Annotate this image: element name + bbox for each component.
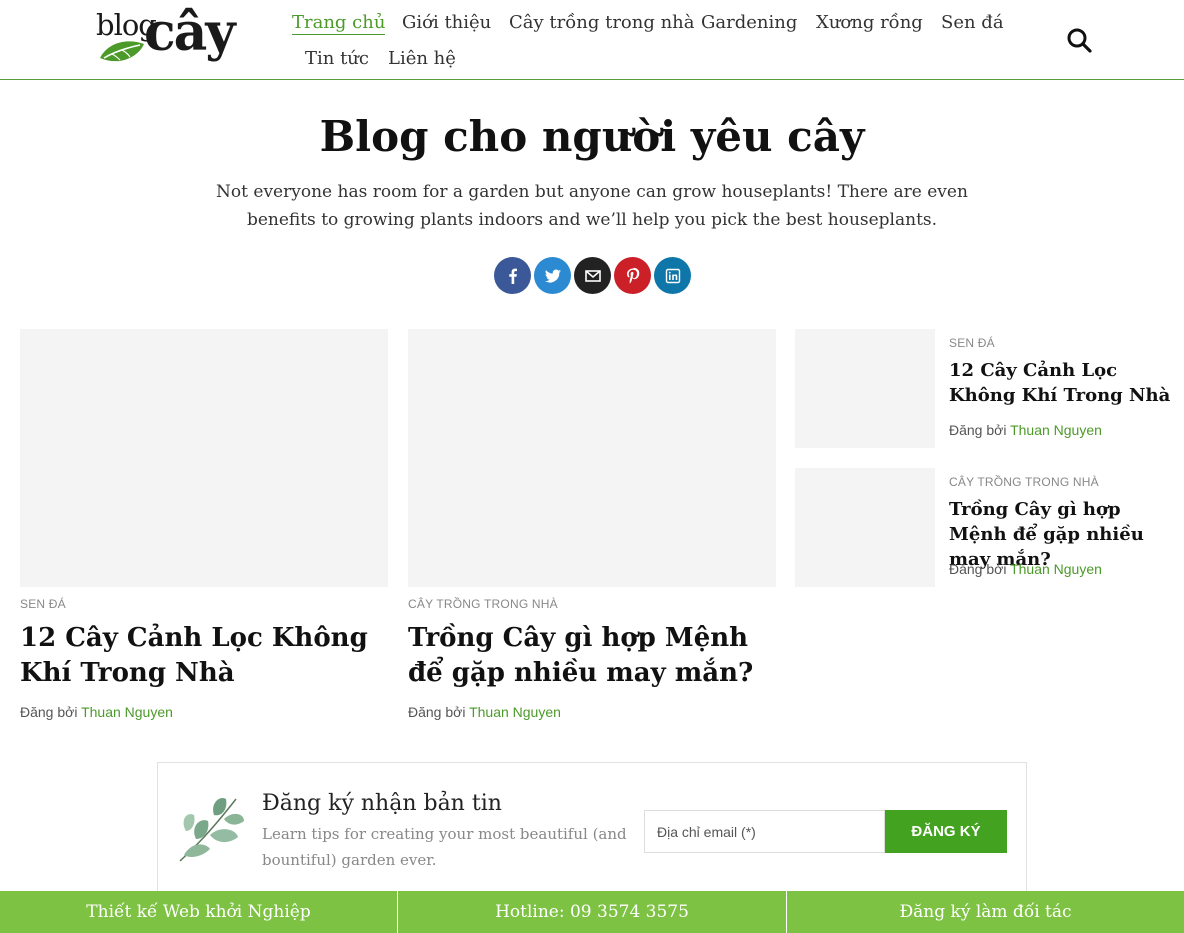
page-subtitle: Not everyone has room for a garden but a… xyxy=(216,182,968,230)
share-buttons xyxy=(494,257,694,295)
post-byline: Đăng bởi Thuan Nguyen xyxy=(949,561,1102,577)
post-title[interactable]: Trồng Cây gì hợp Mệnh để gặp nhiều may m… xyxy=(408,621,776,691)
post-thumbnail[interactable] xyxy=(408,329,776,587)
byline-prefix: Đăng bởi xyxy=(20,704,78,720)
logo-text-cay: cây xyxy=(144,2,236,63)
share-linkedin-button[interactable] xyxy=(654,257,691,294)
byline-prefix: Đăng bởi xyxy=(949,422,1007,438)
byline-prefix: Đăng bởi xyxy=(949,561,1007,577)
footer-bar: Thiết kế Web khởi Nghiệp Hotline: 09 357… xyxy=(0,891,1184,933)
post-byline: Đăng bởi Thuan Nguyen xyxy=(949,422,1102,438)
footer-link-hotline[interactable]: Hotline: 09 3574 3575 xyxy=(398,891,787,933)
search-icon[interactable] xyxy=(1066,27,1092,53)
site-logo[interactable]: blog cây xyxy=(96,2,246,72)
facebook-icon xyxy=(508,268,517,284)
nav-item-gioi-thieu[interactable]: Giới thiệu xyxy=(402,12,491,33)
leaf-logo-icon xyxy=(100,41,144,62)
post-category[interactable]: SEN ĐÁ xyxy=(949,336,995,350)
post-byline: Đăng bởi Thuan Nguyen xyxy=(408,704,561,720)
post-category[interactable]: SEN ĐÁ xyxy=(20,597,66,611)
post-thumbnail[interactable] xyxy=(795,468,935,587)
post-category[interactable]: CÂY TRỒNG TRONG NHÀ xyxy=(408,597,558,611)
byline-prefix: Đăng bởi xyxy=(408,704,466,720)
share-facebook-button[interactable] xyxy=(494,257,531,294)
post-category[interactable]: CÂY TRỒNG TRONG NHÀ xyxy=(949,475,1099,489)
author-link[interactable]: Thuan Nguyen xyxy=(81,704,173,720)
post-thumbnail[interactable] xyxy=(795,329,935,448)
newsletter-box: Đăng ký nhận bản tin Learn tips for crea… xyxy=(157,762,1027,912)
site-header: blog cây Trang chủ Giới thiệu Cây trồng … xyxy=(0,0,1184,80)
nav-item-lien-he[interactable]: Liên hệ xyxy=(388,48,456,69)
nav-item-xuong-rong[interactable]: Xương rồng xyxy=(816,12,923,33)
nav-item-tin-tuc[interactable]: Tin tức xyxy=(305,48,369,69)
linkedin-icon xyxy=(665,268,680,283)
newsletter-description: Learn tips for creating your most beauti… xyxy=(262,825,627,869)
nav-item-trang-chu[interactable]: Trang chủ xyxy=(292,12,386,35)
footer-link-partner[interactable]: Đăng ký làm đối tác xyxy=(787,891,1184,933)
nav-item-sen-da[interactable]: Sen đá xyxy=(941,12,1004,33)
share-email-button[interactable] xyxy=(574,257,611,294)
share-pinterest-button[interactable] xyxy=(614,257,651,294)
email-field[interactable] xyxy=(644,810,885,853)
footer-link-web-design[interactable]: Thiết kế Web khởi Nghiệp xyxy=(0,891,398,933)
share-twitter-button[interactable] xyxy=(534,257,571,294)
post-title[interactable]: 12 Cây Cảnh Lọc Không Khí Trong Nhà xyxy=(20,621,388,691)
twitter-icon xyxy=(544,269,561,282)
author-link[interactable]: Thuan Nguyen xyxy=(1010,422,1102,438)
email-icon xyxy=(584,269,601,282)
plant-sprig-icon xyxy=(179,797,244,862)
page-title: Blog cho người yêu cây xyxy=(319,112,865,161)
author-link[interactable]: Thuan Nguyen xyxy=(1010,561,1102,577)
newsletter-title: Đăng ký nhận bản tin xyxy=(262,791,502,816)
post-thumbnail[interactable] xyxy=(20,329,388,587)
post-byline: Đăng bởi Thuan Nguyen xyxy=(20,704,173,720)
nav-item-cay-trong-trong-nha[interactable]: Cây trồng trong nhà xyxy=(509,12,695,33)
subscribe-button[interactable]: ĐĂNG KÝ xyxy=(885,810,1007,853)
pinterest-icon xyxy=(626,267,639,284)
post-title[interactable]: 12 Cây Cảnh Lọc Không Khí Trong Nhà xyxy=(949,358,1174,408)
nav-item-gardening[interactable]: Gardening xyxy=(701,12,797,33)
author-link[interactable]: Thuan Nguyen xyxy=(469,704,561,720)
